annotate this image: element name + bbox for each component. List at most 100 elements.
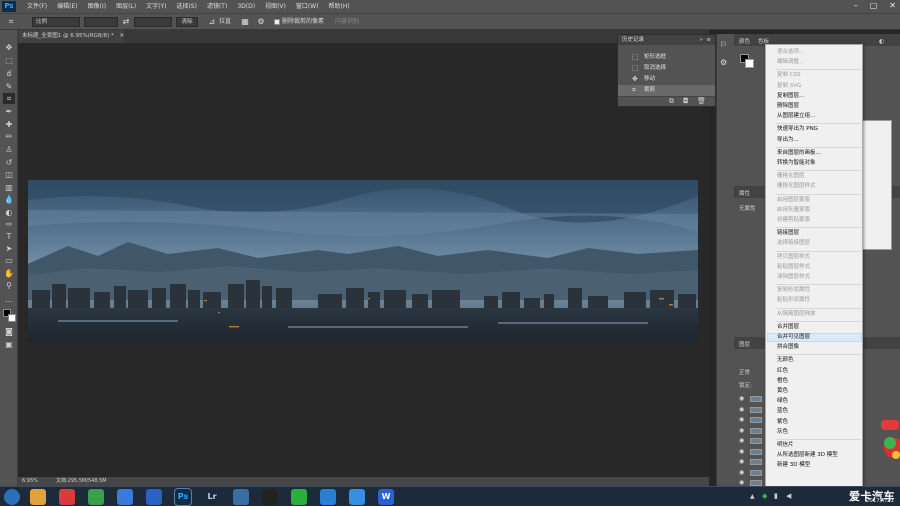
context-menu-item[interactable]: 从所选图层新建 3D 模型 bbox=[777, 451, 838, 459]
context-menu-item[interactable]: 蓝色 bbox=[777, 407, 788, 415]
visibility-eye-icon[interactable]: ◉ bbox=[739, 395, 744, 402]
dodge-tool-icon[interactable]: ◐ bbox=[3, 207, 15, 218]
history-panel-title[interactable]: 历史记录 bbox=[622, 37, 644, 43]
menu-item[interactable]: 选择(S) bbox=[171, 0, 202, 13]
rectangle-tool-icon[interactable]: ▭ bbox=[3, 255, 15, 266]
context-menu-item[interactable]: 紫色 bbox=[777, 418, 788, 426]
context-menu-item[interactable]: 合并可见图层 bbox=[777, 333, 810, 341]
move-tool-icon[interactable]: ✥ bbox=[3, 42, 15, 53]
width-input[interactable] bbox=[84, 17, 118, 27]
browser-360-icon[interactable] bbox=[59, 489, 75, 505]
snapshot-camera-icon[interactable]: ◘ bbox=[683, 97, 689, 105]
context-menu-item[interactable]: 明信片 bbox=[777, 441, 794, 449]
context-menu-item[interactable]: 从图层建立组... bbox=[777, 112, 815, 120]
quick-mask-icon[interactable]: ◙ bbox=[3, 326, 15, 337]
straighten-label[interactable]: 拉直 bbox=[219, 17, 231, 27]
menu-item[interactable]: 文字(Y) bbox=[141, 0, 171, 13]
marquee-tool-icon[interactable]: ⬚ bbox=[3, 55, 15, 66]
blur-tool-icon[interactable]: 💧 bbox=[3, 194, 15, 205]
history-panel-icon[interactable]: ⚐ bbox=[720, 40, 727, 49]
context-menu-item[interactable]: 来自图层的画板... bbox=[777, 149, 821, 157]
context-menu-item[interactable]: 橙色 bbox=[777, 377, 788, 385]
context-menu-item[interactable]: 绿色 bbox=[777, 397, 788, 405]
background-color-chip[interactable] bbox=[745, 59, 754, 68]
color-tab[interactable]: 颜色 bbox=[739, 37, 750, 45]
clear-button[interactable]: 清除 bbox=[176, 17, 198, 27]
history-brush-tool-icon[interactable]: ↺ bbox=[3, 157, 15, 168]
history-item[interactable]: ⬚ 矩形选框 bbox=[618, 52, 715, 63]
context-menu-item[interactable]: 快速导出为 PNG bbox=[777, 125, 818, 133]
straighten-icon[interactable]: ⊿ bbox=[207, 17, 217, 27]
photoshop-icon[interactable]: Ps bbox=[174, 488, 192, 506]
eyedropper-tool-icon[interactable]: ✒ bbox=[3, 106, 15, 117]
eraser-tool-icon[interactable]: ◫ bbox=[3, 169, 15, 180]
remote-icon[interactable] bbox=[233, 489, 249, 505]
explorer-icon[interactable] bbox=[30, 489, 46, 505]
background-color-swatch[interactable] bbox=[8, 314, 16, 322]
healing-brush-tool-icon[interactable]: ✚ bbox=[3, 119, 15, 130]
zoom-tool-icon[interactable]: ⚲ bbox=[3, 280, 15, 291]
context-menu-item[interactable]: 删除图层 bbox=[777, 102, 799, 110]
trash-icon[interactable]: 🗑 bbox=[697, 97, 706, 105]
history-item[interactable]: ⌗ 裁剪 bbox=[618, 85, 715, 96]
layer-row[interactable]: ◉ bbox=[734, 436, 764, 446]
plane-icon[interactable] bbox=[320, 489, 336, 505]
menu-item[interactable]: 窗口(W) bbox=[291, 0, 324, 13]
network-icon[interactable] bbox=[117, 489, 133, 505]
content-aware-checkbox[interactable]: 内容识别 bbox=[335, 17, 359, 27]
layer-row[interactable]: ◉ bbox=[734, 394, 764, 404]
close-button[interactable]: ✕ bbox=[889, 1, 896, 10]
properties-tab[interactable]: 属性 bbox=[739, 189, 750, 197]
visibility-eye-icon[interactable]: ◉ bbox=[739, 479, 744, 486]
context-menu-item[interactable]: 转换为智能对象 bbox=[777, 159, 816, 167]
panel-menu-icon[interactable]: ≡ bbox=[706, 35, 711, 45]
wechat-icon[interactable] bbox=[291, 489, 307, 505]
document-tab[interactable]: 未标题_全景图1 @ 6.95%(RGB/8) * ✕ bbox=[18, 30, 124, 43]
security-tray-icon[interactable]: ◆ bbox=[762, 492, 767, 500]
context-menu-item[interactable]: 拼合图像 bbox=[777, 343, 799, 351]
tray-expand-icon[interactable]: ▲ bbox=[750, 493, 755, 500]
path-selection-tool-icon[interactable]: ➤ bbox=[3, 243, 15, 254]
menu-item[interactable]: 图层(L) bbox=[111, 0, 141, 13]
menu-item[interactable]: 文件(F) bbox=[22, 0, 52, 13]
swap-icon[interactable]: ⇄ bbox=[121, 17, 131, 27]
security-guard-icon[interactable] bbox=[88, 489, 104, 505]
document-size[interactable]: 文档:295.5M/548.5M bbox=[56, 477, 107, 486]
layer-row[interactable]: ◉ bbox=[734, 405, 764, 415]
context-menu-item[interactable]: 灰色 bbox=[777, 428, 788, 436]
layer-row[interactable]: ◉ bbox=[734, 468, 764, 478]
floating-sticker[interactable] bbox=[880, 418, 900, 466]
context-menu-item[interactable]: 红色 bbox=[777, 367, 788, 375]
delete-cropped-checkbox[interactable]: 删除裁剪的像素 bbox=[274, 17, 324, 27]
overlay-grid-icon[interactable]: ▦ bbox=[240, 17, 250, 27]
gradient-tool-icon[interactable]: ▥ bbox=[3, 182, 15, 193]
visibility-eye-icon[interactable]: ◉ bbox=[739, 406, 744, 413]
context-menu-item[interactable]: 链接图层 bbox=[777, 229, 799, 237]
menu-item[interactable]: 滤镜(T) bbox=[202, 0, 232, 13]
context-menu-item[interactable]: 导出为... bbox=[777, 136, 799, 144]
media-player-icon[interactable] bbox=[146, 489, 162, 505]
menu-item[interactable]: 视图(V) bbox=[260, 0, 291, 13]
properties-panel-icon[interactable]: ⚙ bbox=[720, 58, 727, 67]
layer-row[interactable]: ◉ bbox=[734, 426, 764, 436]
layer-row[interactable]: ◉ bbox=[734, 447, 764, 457]
context-menu-item[interactable]: 黄色 bbox=[777, 387, 788, 395]
visibility-eye-icon[interactable]: ◉ bbox=[739, 437, 744, 444]
more-tools-icon[interactable]: … bbox=[3, 294, 15, 305]
settings-gear-icon[interactable]: ⚙ bbox=[256, 17, 266, 27]
layer-row[interactable]: ◉ bbox=[734, 415, 764, 425]
context-menu-item[interactable]: 新建 3D 模型 bbox=[777, 461, 810, 469]
visibility-eye-icon[interactable]: ◉ bbox=[739, 458, 744, 465]
height-input[interactable] bbox=[134, 17, 172, 27]
context-menu-item[interactable]: 无颜色 bbox=[777, 356, 794, 364]
minimize-button[interactable]: – bbox=[854, 1, 858, 10]
panel-collapse-icon[interactable]: ◐ bbox=[879, 38, 884, 45]
ratio-select[interactable]: 比例 bbox=[32, 17, 80, 27]
visibility-eye-icon[interactable]: ◉ bbox=[739, 469, 744, 476]
crop-tool-icon[interactable]: ⌗ bbox=[6, 17, 16, 27]
menu-item[interactable]: 帮助(H) bbox=[324, 0, 355, 13]
visibility-eye-icon[interactable]: ◉ bbox=[739, 448, 744, 455]
hand-tool-icon[interactable]: ✋ bbox=[3, 268, 15, 279]
pen-tool-icon[interactable]: ✑ bbox=[3, 219, 15, 230]
lightroom-icon[interactable]: Lr bbox=[204, 489, 220, 505]
